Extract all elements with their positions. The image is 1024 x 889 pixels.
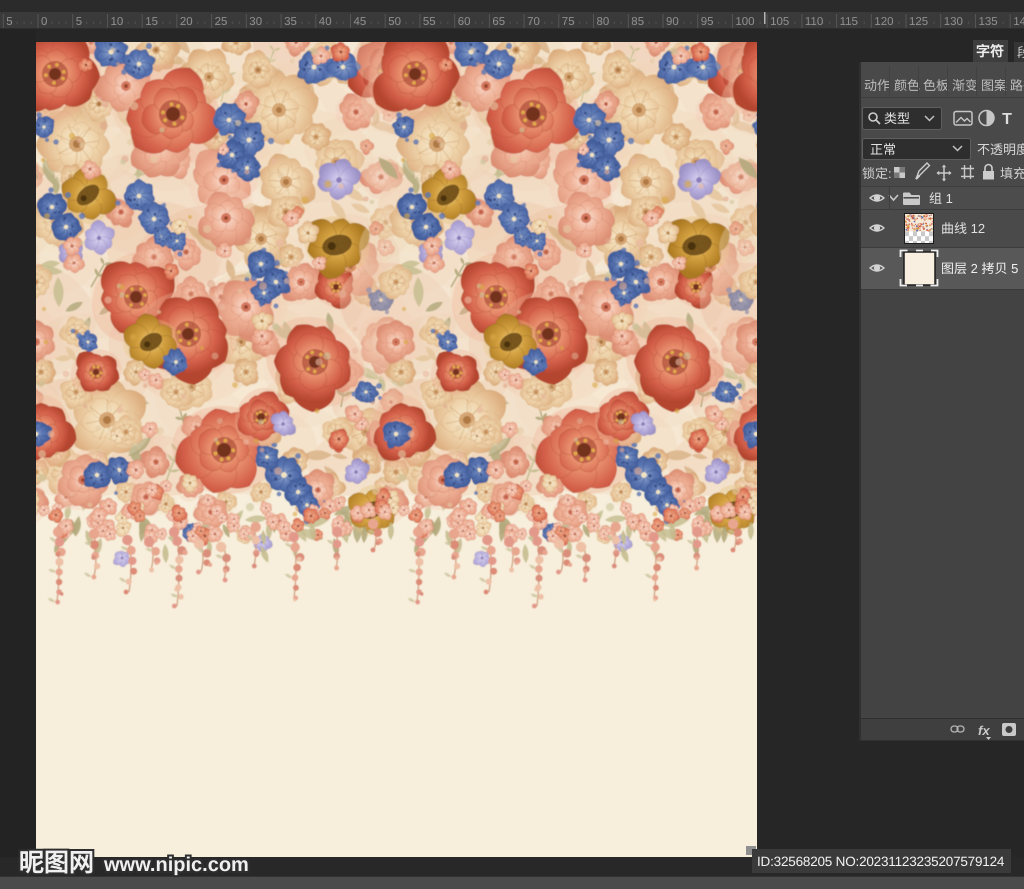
svg-text:5: 5 <box>76 16 82 28</box>
svg-text:图层 2 拷贝 5: 图层 2 拷贝 5 <box>941 261 1018 276</box>
svg-text:类型: 类型 <box>884 111 910 126</box>
svg-text:40: 40 <box>319 16 332 28</box>
svg-text:曲线 12: 曲线 12 <box>941 221 985 236</box>
svg-text:120: 120 <box>874 16 893 28</box>
svg-text:85: 85 <box>631 16 644 28</box>
svg-text:0: 0 <box>41 16 47 28</box>
svg-text:70: 70 <box>527 16 540 28</box>
svg-text:100: 100 <box>735 16 754 28</box>
svg-text:35: 35 <box>284 16 297 28</box>
svg-text:锁定:: 锁定: <box>862 166 892 181</box>
svg-text:95: 95 <box>701 16 714 28</box>
svg-text:45: 45 <box>354 16 367 28</box>
svg-text:115: 115 <box>840 16 858 28</box>
svg-text:50: 50 <box>388 16 401 28</box>
svg-text:渐变: 渐变 <box>952 78 978 93</box>
svg-text:90: 90 <box>666 16 679 28</box>
svg-text:5: 5 <box>6 16 12 28</box>
svg-text:色板: 色板 <box>923 78 949 93</box>
svg-text:60: 60 <box>458 16 471 28</box>
svg-text:65: 65 <box>492 16 505 28</box>
svg-text:25: 25 <box>215 16 228 28</box>
svg-text:30: 30 <box>249 16 262 28</box>
svg-text:图案: 图案 <box>981 78 1007 93</box>
svg-text:fx: fx <box>978 723 990 738</box>
svg-text:填充:: 填充: <box>1000 166 1024 181</box>
svg-text:段: 段 <box>1017 45 1024 60</box>
svg-text:80: 80 <box>597 16 610 28</box>
svg-text:55: 55 <box>423 16 436 28</box>
svg-text:20: 20 <box>180 16 193 28</box>
svg-text:ID:32568205 NO:202311232352075: ID:32568205 NO:20231123235207579124 <box>757 854 1005 869</box>
svg-text:组 1: 组 1 <box>929 191 953 206</box>
svg-text:140: 140 <box>1013 16 1024 28</box>
svg-text:不透明度:: 不透明度: <box>977 142 1024 157</box>
svg-text:昵图网: 昵图网 <box>19 849 94 877</box>
svg-text:T: T <box>1002 111 1012 128</box>
svg-text:正常: 正常 <box>870 142 896 157</box>
svg-text:135: 135 <box>979 16 998 28</box>
svg-text:130: 130 <box>944 16 963 28</box>
svg-text:颜色: 颜色 <box>894 78 920 93</box>
svg-text:字符: 字符 <box>976 43 1004 59</box>
svg-text:125: 125 <box>909 16 928 28</box>
svg-text:动作: 动作 <box>864 78 890 93</box>
svg-text:www.nipic.com: www.nipic.com <box>103 854 249 876</box>
svg-text:路径: 路径 <box>1010 78 1024 93</box>
svg-text:105: 105 <box>770 16 789 28</box>
svg-text:15: 15 <box>145 16 158 28</box>
svg-text:110: 110 <box>805 16 823 28</box>
svg-text:75: 75 <box>562 16 575 28</box>
svg-text:10: 10 <box>111 16 124 28</box>
